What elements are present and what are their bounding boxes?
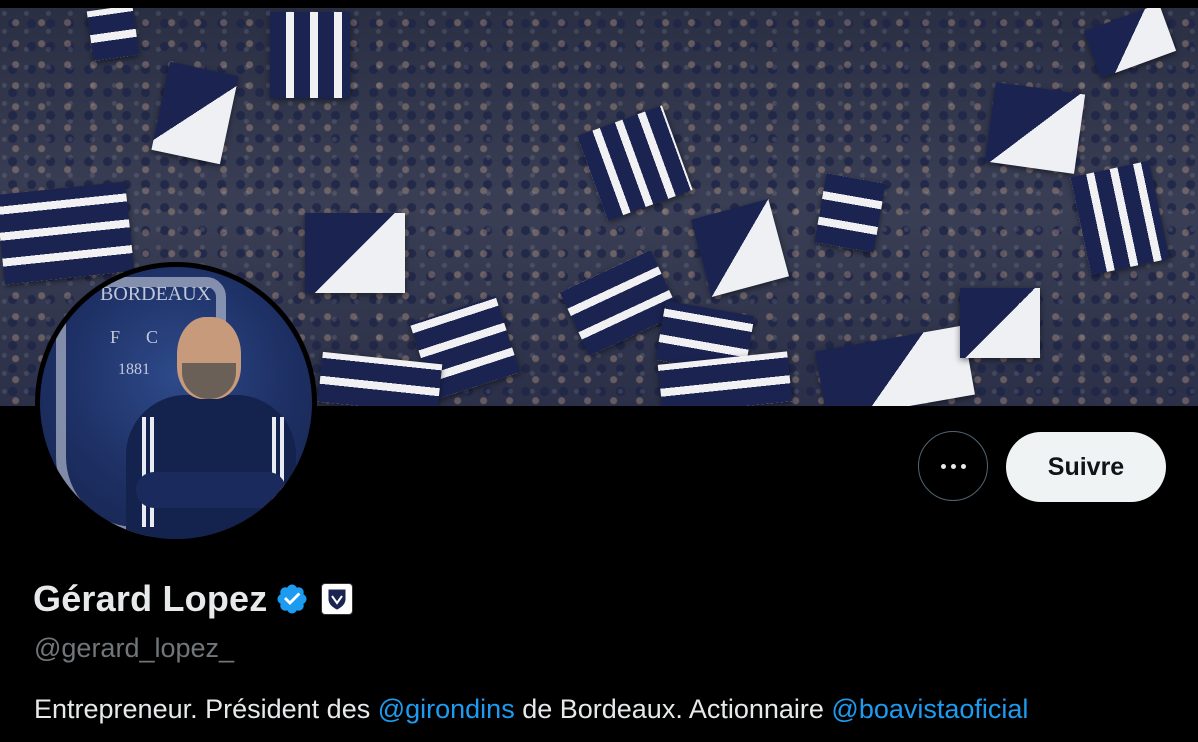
banner-flag xyxy=(691,199,789,297)
banner-flag xyxy=(270,12,350,98)
profile-name: Gérard Lopez xyxy=(33,578,268,619)
crest-year-text: 1881 xyxy=(118,361,150,378)
banner-flag xyxy=(815,325,975,406)
crest-text: BORDEAUX xyxy=(100,283,212,305)
banner-flag xyxy=(960,288,1040,358)
banner-flag xyxy=(1083,8,1177,79)
banner-flag xyxy=(1070,160,1170,276)
mention-link-girondins[interactable]: @girondins xyxy=(378,694,515,724)
banner-flag xyxy=(305,213,405,293)
crest-fc-text: FC xyxy=(110,327,185,347)
banner-flag xyxy=(0,181,135,285)
profile-handle: @gerard_lopez_ xyxy=(34,633,235,663)
bio-text: de Bordeaux. Actionnaire xyxy=(514,694,832,724)
person-arms xyxy=(136,472,286,508)
mention-link-boavista[interactable]: @boavistaoficial xyxy=(831,694,1028,724)
banner-flag xyxy=(814,173,886,253)
verified-badge-icon[interactable] xyxy=(275,582,309,616)
girondins-crest-icon[interactable] xyxy=(321,583,354,615)
banner-flag xyxy=(86,8,140,61)
follow-button[interactable]: Suivre xyxy=(1006,432,1166,502)
bio-text: Entrepreneur. Président des xyxy=(34,694,378,724)
more-horizontal-icon xyxy=(940,463,966,469)
banner-flag xyxy=(984,82,1086,174)
profile-name-row: Gérard Lopez xyxy=(33,578,354,620)
profile-avatar[interactable]: BORDEAUX FC 1881 xyxy=(35,262,317,544)
more-options-button[interactable] xyxy=(918,431,988,501)
banner-flag xyxy=(151,61,239,165)
banner-flag xyxy=(577,105,693,221)
profile-bio: Entrepreneur. Président des @girondins d… xyxy=(34,694,1028,725)
